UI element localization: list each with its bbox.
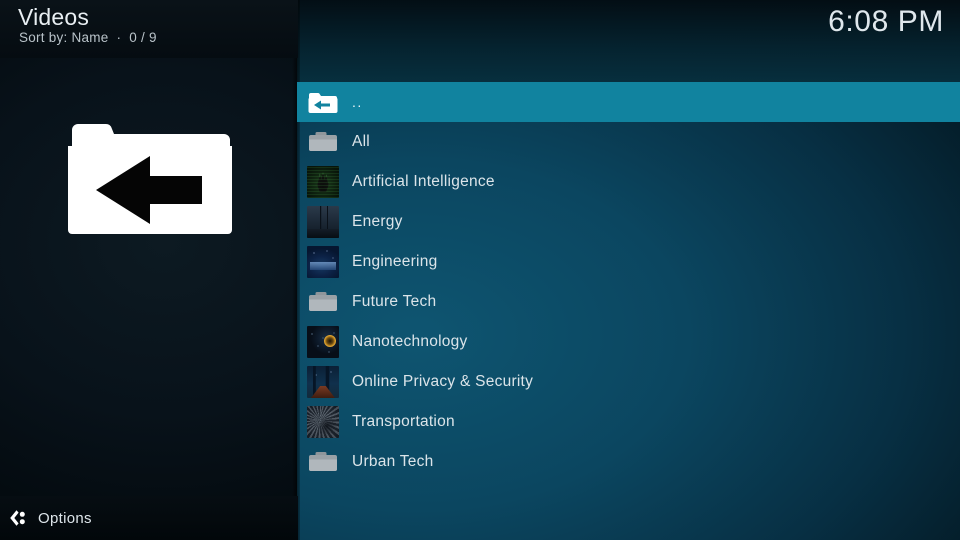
list-item-label: Artificial Intelligence [352,173,495,190]
list-item-label: All [352,133,370,150]
list-item-label: Transportation [352,413,455,430]
folder-icon [306,445,340,479]
thumbnail-online-privacy [306,365,340,399]
list-item-label: Nanotechnology [352,333,468,350]
list-item-label: Urban Tech [352,453,434,470]
list-item-urban-tech[interactable]: Urban Tech [297,442,960,482]
folder-back-icon [66,112,234,238]
left-nav-icon [7,507,29,529]
list-item-engineering[interactable]: Engineering [297,242,960,282]
list-item-nanotechnology[interactable]: Nanotechnology [297,322,960,362]
clock: 6:08 PM [828,5,944,38]
thumbnail-nanotechnology [306,325,340,359]
list-item-all[interactable]: All [297,122,960,162]
thumbnail-transportation [306,405,340,439]
page-title: Videos [18,4,90,30]
thumbnail-ai [306,165,340,199]
list-item-transportation[interactable]: Transportation [297,402,960,442]
options-bar[interactable]: Options [0,496,298,540]
file-list[interactable]: .. All Artificial Intelligence Energy En… [297,82,960,482]
left-panel-background [0,0,298,540]
list-item-artificial-intelligence[interactable]: Artificial Intelligence [297,162,960,202]
kodi-file-browser-screen: Videos Sort by: Name · 0 / 9 6:08 PM .. [0,0,960,540]
list-item-online-privacy-and-security[interactable]: Online Privacy & Security [297,362,960,402]
folder-icon [306,285,340,319]
thumbnail-energy [306,205,340,239]
thumbnail-engineering [306,245,340,279]
sort-and-count-label: Sort by: Name · 0 / 9 [19,30,157,45]
top-bar: Videos Sort by: Name · 0 / 9 6:08 PM [0,0,960,58]
list-item-parent-folder[interactable]: .. [297,82,960,122]
list-item-label: Future Tech [352,293,437,310]
list-item-label: .. [352,94,363,110]
list-item-energy[interactable]: Energy [297,202,960,242]
list-item-label: Engineering [352,253,438,270]
list-item-label: Online Privacy & Security [352,373,534,390]
folder-up-icon [306,85,340,119]
folder-icon [306,125,340,159]
list-item-label: Energy [352,213,403,230]
list-item-future-tech[interactable]: Future Tech [297,282,960,322]
options-label: Options [38,509,92,527]
